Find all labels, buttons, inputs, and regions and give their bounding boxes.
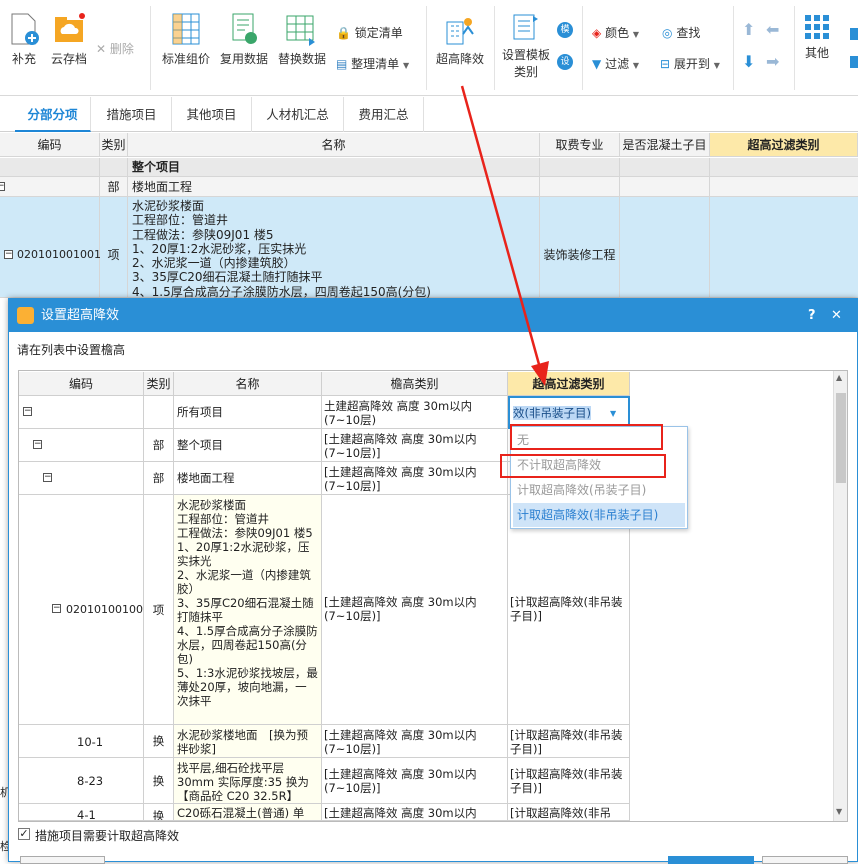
cancel-button[interactable]: [762, 856, 848, 864]
confirm-button[interactable]: [668, 856, 754, 864]
measures-checkbox-label[interactable]: 措施项目需要计取超高降效: [35, 827, 179, 844]
annotation-arrow: [460, 85, 549, 386]
dialog-button-left[interactable]: [20, 856, 105, 864]
measures-checkbox[interactable]: ✓: [18, 828, 30, 840]
